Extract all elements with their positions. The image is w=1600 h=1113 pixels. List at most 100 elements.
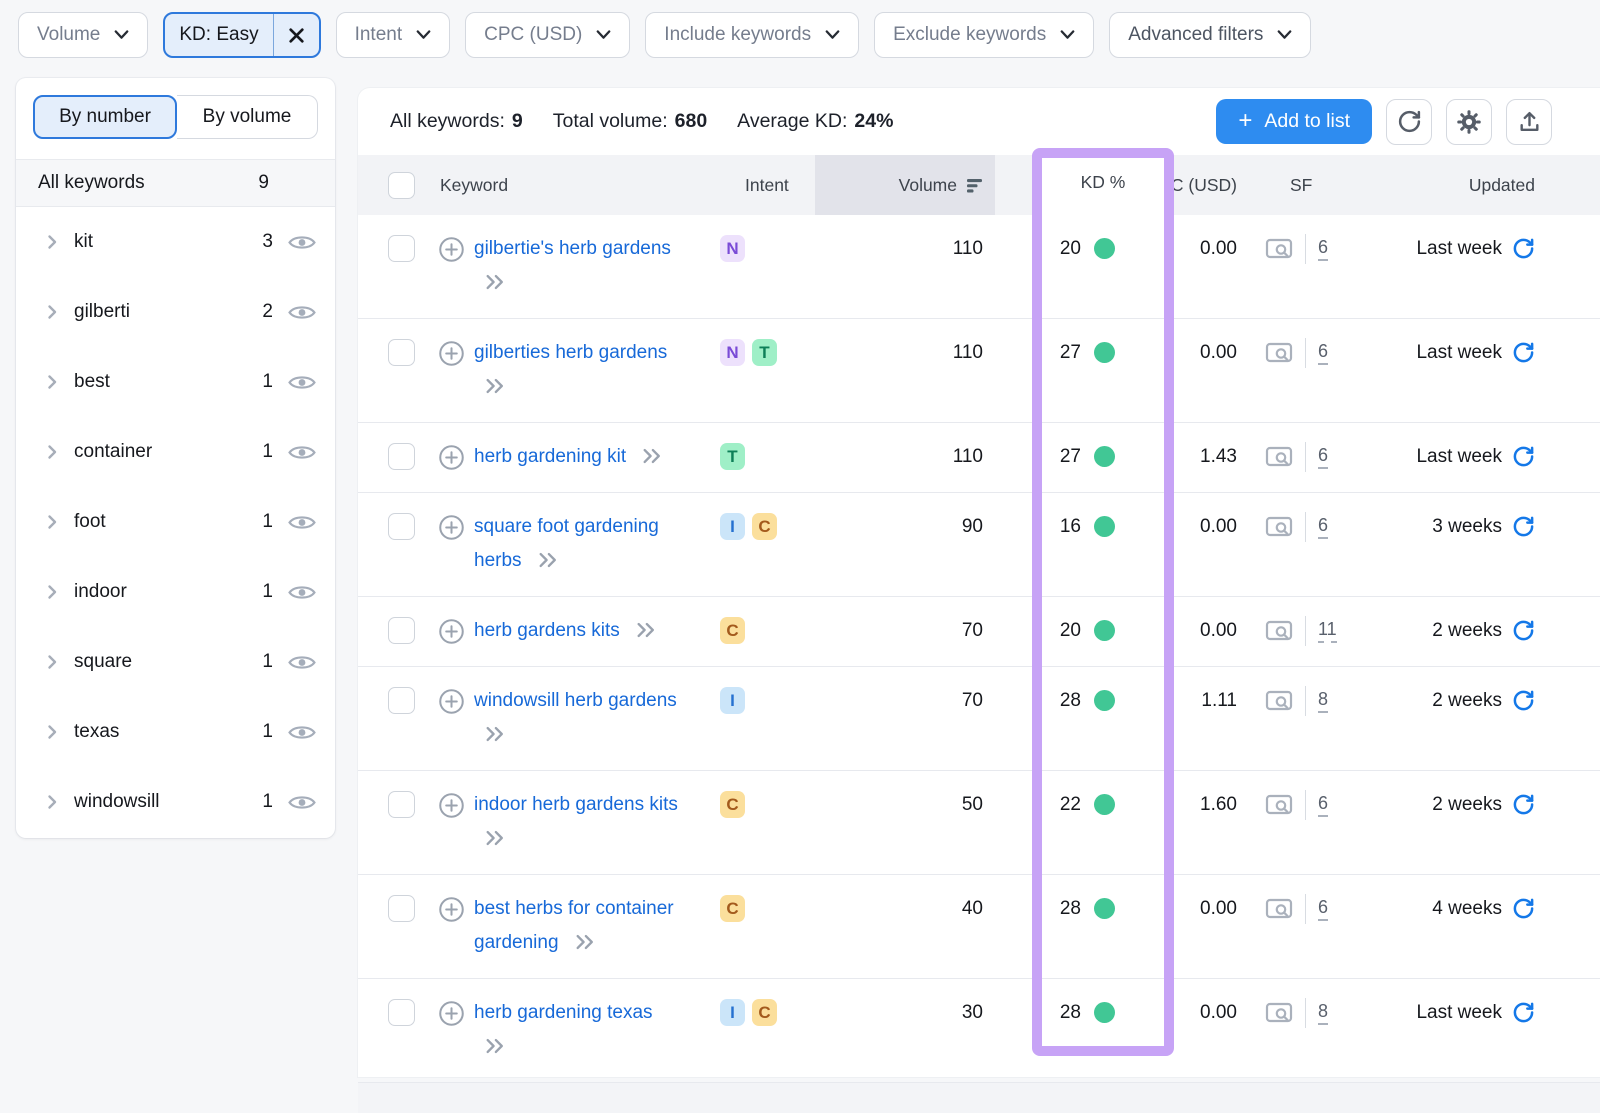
keyword-link[interactable]: indoor herb gardens kits: [474, 794, 678, 815]
eye-icon[interactable]: [287, 232, 317, 253]
tab-by-volume[interactable]: By volume: [177, 95, 318, 139]
intent-badge-T[interactable]: T: [752, 339, 777, 366]
filter-kd[interactable]: KD: Easy: [163, 12, 320, 58]
keyword-link[interactable]: windowsill herb gardens: [474, 690, 677, 711]
serp-features-icon[interactable]: [1265, 619, 1293, 643]
eye-icon[interactable]: [287, 582, 317, 603]
serp-features-icon[interactable]: [1265, 1001, 1293, 1025]
header-cpc[interactable]: CPC (USD): [1145, 175, 1255, 196]
filter-exclude-keywords[interactable]: Exclude keywords: [874, 12, 1094, 58]
intent-badge-C[interactable]: C: [720, 791, 745, 818]
header-volume[interactable]: Volume: [815, 155, 995, 215]
serp-features-icon[interactable]: [1265, 341, 1293, 365]
eye-icon[interactable]: [287, 372, 317, 393]
sf-value[interactable]: 6: [1318, 515, 1328, 539]
header-updated[interactable]: Updated: [1350, 175, 1600, 196]
row-checkbox[interactable]: [388, 235, 415, 262]
add-keyword-icon[interactable]: [438, 340, 465, 408]
filter-intent[interactable]: Intent: [336, 12, 451, 58]
refresh-metrics-icon[interactable]: [1512, 237, 1535, 260]
intent-badge-T[interactable]: T: [720, 443, 745, 470]
keyword-group-item[interactable]: container 1: [16, 417, 335, 487]
row-checkbox[interactable]: [388, 339, 415, 366]
row-checkbox[interactable]: [388, 791, 415, 818]
chevron-right-icon[interactable]: [44, 234, 60, 250]
keyword-group-item[interactable]: best 1: [16, 347, 335, 417]
filter-cpc[interactable]: CPC (USD): [465, 12, 630, 58]
refresh-metrics-icon[interactable]: [1512, 897, 1535, 920]
intent-badge-I[interactable]: I: [720, 513, 745, 540]
add-keyword-icon[interactable]: [438, 792, 465, 860]
sf-value[interactable]: 6: [1318, 897, 1328, 921]
row-checkbox[interactable]: [388, 443, 415, 470]
keyword-group-item[interactable]: gilberti 2: [16, 277, 335, 347]
eye-icon[interactable]: [287, 442, 317, 463]
add-keyword-icon[interactable]: [438, 896, 465, 964]
sf-value[interactable]: 11: [1318, 619, 1337, 643]
intent-badge-I[interactable]: I: [720, 999, 745, 1026]
chevron-right-icon[interactable]: [44, 304, 60, 320]
keyword-group-item[interactable]: texas 1: [16, 697, 335, 767]
keyword-link[interactable]: herb gardening texas: [474, 1002, 653, 1023]
row-checkbox[interactable]: [388, 617, 415, 644]
serp-features-icon[interactable]: [1265, 515, 1293, 539]
expand-keyword-icon[interactable]: [484, 374, 505, 408]
refresh-metrics-icon[interactable]: [1512, 445, 1535, 468]
intent-badge-C[interactable]: C: [720, 617, 745, 644]
header-keyword[interactable]: Keyword: [430, 175, 720, 196]
select-all-checkbox[interactable]: [388, 172, 415, 199]
intent-badge-C[interactable]: C: [752, 513, 777, 540]
chevron-right-icon[interactable]: [44, 374, 60, 390]
add-keyword-icon[interactable]: [438, 1000, 465, 1068]
filter-include-keywords[interactable]: Include keywords: [645, 12, 859, 58]
row-checkbox[interactable]: [388, 513, 415, 540]
refresh-metrics-icon[interactable]: [1512, 793, 1535, 816]
keyword-group-item[interactable]: foot 1: [16, 487, 335, 557]
sf-value[interactable]: 6: [1318, 237, 1328, 261]
keyword-link[interactable]: herb gardens kits: [474, 620, 625, 641]
add-keyword-icon[interactable]: [438, 444, 465, 478]
chevron-right-icon[interactable]: [44, 514, 60, 530]
refresh-metrics-icon[interactable]: [1512, 619, 1535, 642]
refresh-metrics-icon[interactable]: [1512, 341, 1535, 364]
keyword-group-item[interactable]: square 1: [16, 627, 335, 697]
serp-features-icon[interactable]: [1265, 237, 1293, 261]
refresh-metrics-icon[interactable]: [1512, 689, 1535, 712]
keyword-link[interactable]: herb gardening kit: [474, 446, 631, 467]
eye-icon[interactable]: [287, 302, 317, 323]
keyword-group-item[interactable]: kit 3: [16, 207, 335, 277]
add-keyword-icon[interactable]: [438, 618, 465, 652]
expand-keyword-icon[interactable]: [641, 444, 662, 478]
chevron-right-icon[interactable]: [44, 654, 60, 670]
eye-icon[interactable]: [287, 792, 317, 813]
keyword-link[interactable]: square foot gardening herbs: [474, 516, 659, 571]
chevron-right-icon[interactable]: [44, 794, 60, 810]
sf-value[interactable]: 6: [1318, 445, 1328, 469]
intent-badge-C[interactable]: C: [720, 895, 745, 922]
intent-badge-I[interactable]: I: [720, 687, 745, 714]
sf-value[interactable]: 8: [1318, 1001, 1328, 1025]
chevron-right-icon[interactable]: [44, 444, 60, 460]
add-keyword-icon[interactable]: [438, 514, 465, 582]
add-keyword-icon[interactable]: [438, 688, 465, 756]
serp-features-icon[interactable]: [1265, 897, 1293, 921]
row-checkbox[interactable]: [388, 687, 415, 714]
expand-keyword-icon[interactable]: [484, 1034, 505, 1068]
add-keyword-icon[interactable]: [438, 236, 465, 304]
all-keywords-row[interactable]: All keywords 9: [16, 159, 335, 207]
intent-badge-N[interactable]: N: [720, 339, 745, 366]
sf-value[interactable]: 8: [1318, 689, 1328, 713]
export-button[interactable]: [1506, 99, 1552, 145]
expand-keyword-icon[interactable]: [574, 930, 595, 964]
keyword-link[interactable]: gilbertie's herb gardens: [474, 238, 671, 259]
keyword-link[interactable]: gilberties herb gardens: [474, 342, 667, 363]
chevron-right-icon[interactable]: [44, 584, 60, 600]
keyword-group-item[interactable]: indoor 1: [16, 557, 335, 627]
intent-badge-C[interactable]: C: [752, 999, 777, 1026]
sf-value[interactable]: 6: [1318, 341, 1328, 365]
serp-features-icon[interactable]: [1265, 445, 1293, 469]
keyword-group-item[interactable]: windowsill 1: [16, 767, 335, 837]
header-intent[interactable]: Intent: [720, 175, 815, 196]
add-to-list-button[interactable]: + Add to list: [1216, 99, 1372, 144]
sf-value[interactable]: 6: [1318, 793, 1328, 817]
